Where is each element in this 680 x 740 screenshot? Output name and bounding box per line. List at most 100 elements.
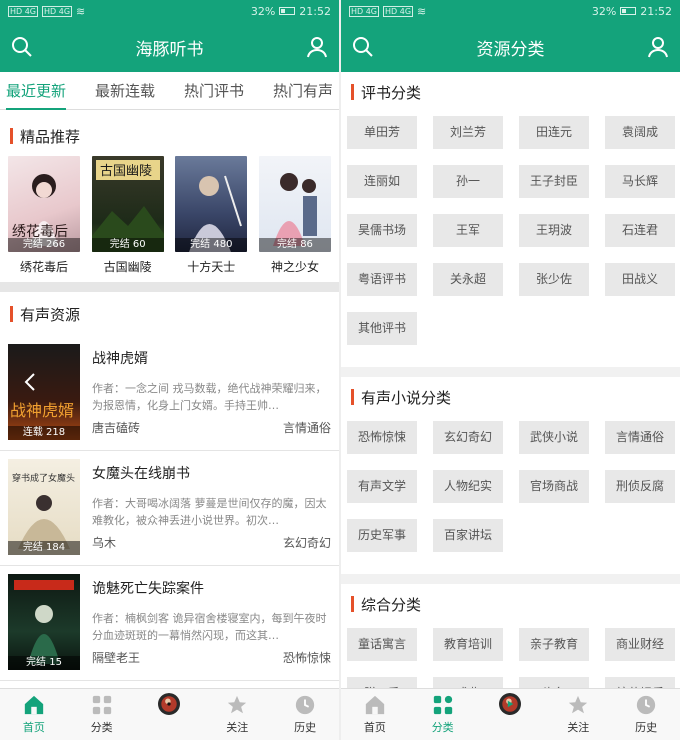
book-cover: 战神虎婿 连载 218 [8, 344, 80, 440]
battery-icon [279, 7, 296, 15]
category-section: 评书分类 单田芳 刘兰芳 田连元 袁阔成 连丽如 孙一 王子封臣 马长辉 昊儒书… [341, 72, 680, 367]
tab-hot-storytelling[interactable]: 热门评书 [184, 72, 244, 110]
section-title-text: 综合分类 [361, 595, 422, 614]
user-icon[interactable] [305, 35, 329, 59]
category-chip[interactable]: 连丽如 [347, 165, 417, 198]
tab-bar: 最近更新 最新连载 热门评书 热门有声 [0, 72, 339, 110]
tab-recent-update[interactable]: 最近更新 [6, 72, 67, 110]
category-section: 有声小说分类 恐怖惊悚 玄幻奇幻 武侠小说 言情通俗 有声文学 人物纪实 官场商… [341, 377, 680, 574]
book-title: 女魔头在线崩书 [92, 466, 190, 482]
recommend-row: 绣花毒后 完结 266 绣花毒后 古国幽陵 完结 60 古国幽陵 完结 480 … [0, 152, 339, 282]
category-chip[interactable]: 有声文学 [347, 470, 417, 503]
nav-category[interactable]: 分类 [72, 694, 132, 735]
tab-hot-audio[interactable]: 热门有声 [273, 72, 333, 110]
book-status-badge: 完结 86 [258, 238, 331, 252]
category-chip[interactable]: 田战义 [605, 263, 675, 296]
search-icon[interactable] [351, 35, 375, 59]
clock: 21:52 [299, 4, 331, 18]
book-cover: 穿书成了女魔头 完结 184 [8, 459, 80, 555]
recommend-book[interactable]: 古国幽陵 完结 60 古国幽陵 [91, 156, 164, 282]
category-chip[interactable]: 刘兰芳 [433, 116, 503, 149]
book-cover: 古国幽陵 完结 60 [91, 156, 164, 252]
wifi-icon: ≋ [417, 4, 427, 18]
category-chip[interactable]: 张少佐 [519, 263, 589, 296]
nav-label: 历史 [635, 721, 658, 734]
nav-history[interactable]: 历史 [275, 694, 335, 735]
list-item[interactable]: 完结 15 诡魅死亡失踪案件 作者：楠枫剑客 诡异宿舍楼寝室内，每到午夜时分血迹… [0, 566, 339, 681]
section-title: 综合分类 [341, 584, 680, 624]
list-item[interactable]: 穿书成了女魔头 完结 184 女魔头在线崩书 作者：大哥喝冰阔落 萝蔓是世间仅存… [0, 451, 339, 566]
player-disc-icon [149, 692, 189, 733]
user-icon[interactable] [646, 35, 670, 59]
book-name: 神之少女 [270, 260, 319, 274]
category-chip[interactable]: 武侠小说 [519, 421, 589, 454]
category-chip[interactable]: 王玥波 [519, 214, 589, 247]
nav-follow[interactable]: 关注 [207, 694, 267, 735]
category-chip[interactable]: 其他评书 [347, 312, 417, 345]
book-cover: 完结 480 [175, 156, 248, 252]
category-chip[interactable]: 昊儒书场 [347, 214, 417, 247]
section-title-text: 有声小说分类 [361, 388, 452, 407]
category-chip[interactable]: 商业财经 [605, 628, 675, 661]
book-status-badge: 完结 15 [8, 656, 80, 670]
category-chip[interactable]: 粤语评书 [347, 263, 417, 296]
search-icon[interactable] [10, 35, 34, 59]
category-chip[interactable]: 历史军事 [347, 519, 417, 552]
recommend-book[interactable]: 完结 480 十方天士 [175, 156, 248, 282]
nav-home[interactable]: 首页 [4, 694, 64, 735]
book-title: 诡魅死亡失踪案件 [92, 581, 204, 597]
grid-icon [433, 695, 452, 715]
category-chip[interactable]: 教育培训 [433, 628, 503, 661]
category-chip[interactable]: 官场商战 [519, 470, 589, 503]
category-chip[interactable]: 人物纪实 [433, 470, 503, 503]
category-chip[interactable]: 百家讲坛 [433, 519, 503, 552]
status-bar: HD 4G HD 4G ≋ 32% 21:52 [0, 0, 339, 22]
category-chip[interactable]: 恐怖惊悚 [347, 421, 417, 454]
book-name: 十方天士 [187, 260, 236, 274]
player-disc-icon [490, 692, 530, 733]
category-chip[interactable]: 袁阔成 [605, 116, 675, 149]
category-chip[interactable]: 马长辉 [605, 165, 675, 198]
nav-follow[interactable]: 关注 [548, 694, 608, 735]
category-chip[interactable]: 石连君 [605, 214, 675, 247]
category-chip[interactable]: 玄幻奇幻 [433, 421, 503, 454]
section-title-audio: 有声资源 [0, 298, 339, 330]
category-chip[interactable]: 单田芳 [347, 116, 417, 149]
signal-icon: HD 4G [8, 5, 39, 17]
section-title-text: 评书分类 [361, 83, 422, 102]
star-icon [228, 695, 247, 714]
nav-label: 首页 [363, 721, 386, 734]
app-bar: 海豚听书 [0, 22, 339, 72]
nav-player[interactable] [139, 692, 199, 735]
book-description: 作者：大哥喝冰阔落 萝蔓是世间仅存的魔，因太难教化，被众神丢进小说世界。初次… [92, 497, 327, 527]
category-chip[interactable]: 关永超 [433, 263, 503, 296]
book-genre: 言情通俗 [282, 421, 331, 435]
category-chip[interactable]: 亲子教育 [519, 628, 589, 661]
category-chip[interactable]: 孙一 [433, 165, 503, 198]
clock: 21:52 [640, 4, 672, 18]
category-chip[interactable]: 刑侦反腐 [605, 470, 675, 503]
nav-label: 分类 [90, 721, 113, 734]
nav-label: 历史 [294, 721, 317, 734]
list-item[interactable]: 战神虎婿 连载 218 战神虎婿 作者：一念之间 戎马数载，绝代战神荣耀归来，为… [0, 336, 339, 451]
recommend-book[interactable]: 绣花毒后 完结 266 绣花毒后 [8, 156, 80, 282]
book-info: 诡魅死亡失踪案件 作者：楠枫剑客 诡异宿舍楼寝室内，每到午夜时分血迹斑斑的一幕悄… [80, 572, 331, 674]
category-chip[interactable]: 童话寓言 [347, 628, 417, 661]
nav-home[interactable]: 首页 [345, 694, 405, 735]
tab-new-serial[interactable]: 最新连载 [95, 72, 155, 110]
section-title: 评书分类 [341, 72, 680, 112]
recommend-book[interactable]: 完结 86 神之少女 [258, 156, 331, 282]
book-name: 古国幽陵 [103, 260, 152, 274]
nav-label: 关注 [226, 721, 249, 734]
nav-player[interactable] [480, 692, 540, 735]
nav-history[interactable]: 历史 [616, 694, 676, 735]
signal-icon: HD 4G [383, 5, 414, 17]
book-cover: 绣花毒后 完结 266 [8, 156, 80, 252]
home-icon [365, 695, 385, 715]
category-chip[interactable]: 王子封臣 [519, 165, 589, 198]
category-chip[interactable]: 言情通俗 [605, 421, 675, 454]
book-author: 唐吉磕砖 [92, 421, 141, 435]
nav-category[interactable]: 分类 [413, 694, 473, 735]
category-chip[interactable]: 王军 [433, 214, 503, 247]
category-chip[interactable]: 田连元 [519, 116, 589, 149]
